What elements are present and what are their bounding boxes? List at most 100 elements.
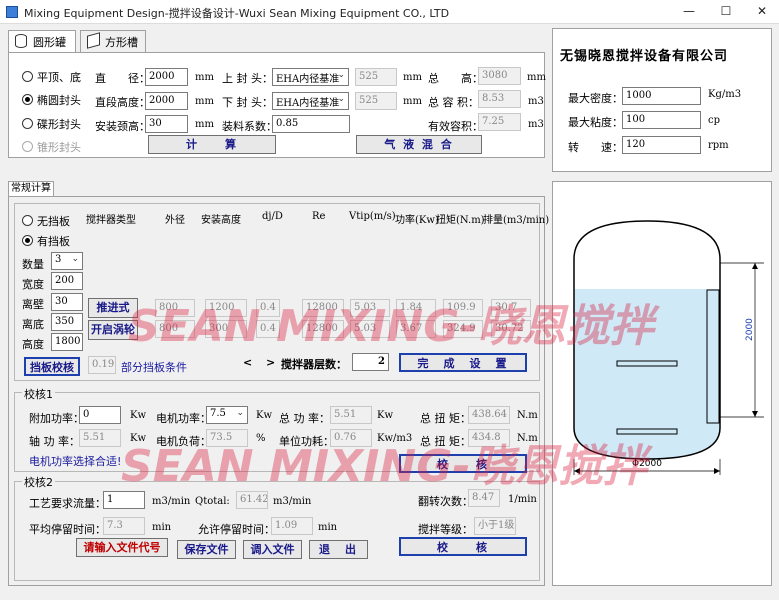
chevron-down-icon: ⌄ [236,408,244,418]
height-label: 高度 [22,338,44,351]
avg-time-label: 平均停留时间： [29,523,106,536]
radio-label: 有挡板 [37,235,70,248]
top-head-label: 上 封 头： [222,72,273,85]
allow-time-value: 1.09 [271,517,313,535]
check2-button[interactable]: 校 核 [399,537,527,556]
unit: mm [403,96,422,107]
unit: min [152,522,172,533]
chevron-down-icon: ⌄ [71,254,79,264]
radio[interactable] [22,215,33,226]
radio-selected[interactable] [22,94,33,105]
height-label: 直段高度： [95,96,150,109]
width-input[interactable]: 200 [51,272,83,290]
radio-label: 碟形封头 [37,118,81,131]
shaft-power-label: 轴 功 率： [29,435,80,448]
wall-input[interactable]: 30 [51,293,83,311]
total-torque-value: 438.64 [468,406,510,424]
col-header: Vtip(m/s) [349,211,396,222]
load-file-button[interactable]: 调入文件 [243,540,302,559]
viscosity-label: 最大粘度： [568,116,623,129]
neck-input[interactable]: 30 [145,115,188,133]
prev-layer-button[interactable]: < [243,356,252,369]
layers-input[interactable]: 2 [352,353,389,371]
baffle-check-button[interactable]: 挡板校核 [24,357,80,376]
col-header: 搅拌器类型 [86,215,136,226]
avg-time-value: 7.3 [103,517,145,535]
unit: Kw [130,410,147,421]
done-setup-button[interactable]: 完 成 设 置 [399,353,527,372]
gas-liquid-button[interactable]: 气 液 混 合 [356,135,482,154]
extra-power-label: 附加功率： [29,412,84,425]
tab-square-tank[interactable]: 方形槽 [80,30,146,52]
total-height-label: 总 高： [428,72,483,85]
width-label: 宽度 [22,278,44,291]
company-name: 无锡晓恩搅拌设备有限公司 [560,49,729,64]
radio[interactable] [22,71,33,82]
motor-ok-message: 电机功率选择合适! [29,455,122,468]
tab-label: 圆形罐 [33,36,66,49]
top-head-select[interactable]: EHA内径基准 ⌄ [272,68,349,86]
radio-label: 无挡板 [37,215,70,228]
col-header: 安装高度 [201,215,241,226]
calculate-button[interactable]: 计 算 [148,135,276,154]
maximize-button[interactable]: ☐ [708,0,744,24]
grade-value: 小于1级 [474,517,516,535]
speed-input[interactable]: 120 [622,136,701,154]
col-header: 扭矩(N.m) [436,215,485,226]
top-head-value: 525 [355,68,397,86]
baffle-height-input[interactable]: 1800 [51,333,83,351]
diameter-input[interactable]: 2000 [145,68,188,86]
fill-input[interactable]: 0.85 [272,115,350,133]
file-code-input[interactable]: 请输入文件代号 [76,538,168,557]
chevron-down-icon: ⌄ [337,70,345,80]
radio-selected[interactable] [22,235,33,246]
diameter-label: 直 径： [95,72,150,85]
total-volume-value: 8.53 [478,90,521,108]
minimize-button[interactable]: — [671,0,707,24]
exit-button[interactable]: 退 出 [309,540,368,559]
qty-select[interactable]: 3 ⌄ [51,252,83,270]
wall-label: 离壁 [22,298,44,311]
allow-time-label: 允许停留时间： [198,523,275,536]
unit: 1/min [508,494,537,505]
unit: m3 [528,96,544,107]
close-button[interactable]: ✕ [744,0,779,24]
total-torque-label: 总 扭 矩： [420,412,471,425]
app-icon [6,6,18,18]
total-volume-label: 总 容 积： [428,96,479,109]
unit: rpm [708,140,729,151]
motor-power-select[interactable]: 7.5 ⌄ [206,406,248,424]
check1-title: 校核1 [22,386,55,402]
baffle-condition: 部分挡板条件 [121,361,187,374]
save-file-button[interactable]: 保存文件 [177,540,236,559]
unit: m3 [528,119,544,130]
unit: m3/min [152,496,191,507]
extra-power-input[interactable]: 0 [79,406,121,424]
bottom-input[interactable]: 350 [51,313,83,331]
unit: cp [708,115,721,126]
unit: mm [195,119,214,130]
tab-round-tank[interactable]: 圆形罐 [8,30,76,52]
radio-label: 锥形封头 [37,141,81,154]
height-dim-label: 2000 [745,318,755,341]
density-input[interactable]: 1000 [622,87,701,105]
cube-icon [87,32,100,49]
arrow-right-icon [714,468,720,474]
radio[interactable] [22,118,33,129]
tab-routine[interactable]: 常规计算 [8,181,54,196]
unit: mm [403,72,422,83]
bottom-head-select[interactable]: EHA内径基准 ⌄ [272,92,349,110]
tab-label: 方形槽 [105,36,138,49]
viscosity-input[interactable]: 100 [622,111,701,129]
unit: Kg/m3 [708,89,742,100]
total-power-label: 总 功 率： [279,412,330,425]
vessel-drawing: 2000 Φ2000 [573,220,764,475]
bottom-head-label: 下 封 头： [222,96,273,109]
unit: Kw [377,410,394,421]
bottom-label: 离底 [22,318,44,331]
col-header: 排量(m3/min) [483,215,550,226]
radio-disabled[interactable] [22,141,33,152]
unit: m3/min [273,496,312,507]
height-input[interactable]: 2000 [145,92,188,110]
next-layer-button[interactable]: > [266,356,275,369]
